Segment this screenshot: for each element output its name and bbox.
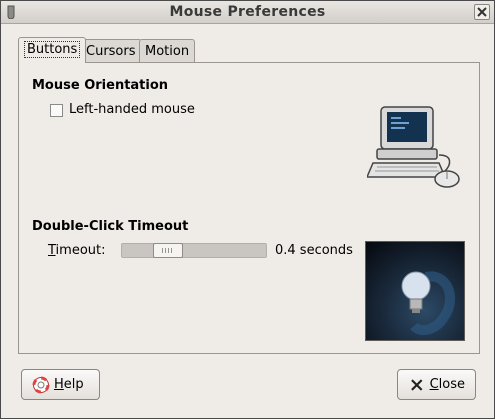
timeout-slider-thumb[interactable] [153,243,183,258]
timeout-mnemonic: T [48,243,56,258]
close-button-label: Close [430,377,465,392]
left-handed-label-text: Left-handed mouse [69,102,195,117]
tab-cursors[interactable]: Cursors [80,39,142,63]
timeout-label: Timeout: [48,243,106,258]
computer-mouse-icon [367,106,460,188]
tab-buttons-label: Buttons [24,41,81,58]
close-label-rest: lose [438,377,465,392]
help-mnemonic: H [54,377,64,392]
tab-buttons[interactable]: Buttons [18,37,87,63]
close-icon [477,7,487,17]
close-icon [411,378,423,391]
help-label-rest: elp [63,377,84,392]
mouse-orientation-heading: Mouse Orientation [32,78,169,93]
double-click-timeout-heading: Double-Click Timeout [32,219,189,234]
tab-motion[interactable]: Motion [139,39,196,63]
tab-motion-label: Motion [145,44,190,59]
lightbulb-icon [401,271,455,336]
timeout-label-rest: imeout: [55,243,106,258]
close-window-button[interactable] [474,4,490,20]
double-click-test-area[interactable] [365,241,465,341]
left-handed-checkbox[interactable] [50,104,63,117]
mouse-preferences-window: Mouse Preferences Buttons Cursors Motion… [0,0,495,419]
timeout-slider[interactable] [121,243,267,258]
window-title: Mouse Preferences [169,4,326,20]
help-button-label: Help [54,377,84,392]
title-bar[interactable]: Mouse Preferences [1,1,494,24]
tab-cursors-label: Cursors [86,44,136,59]
close-button[interactable]: Close [397,369,476,400]
help-button[interactable]: Help [21,369,100,400]
timeout-value: 0.4 seconds [275,243,353,258]
close-mnemonic: C [429,377,439,392]
left-handed-label[interactable]: Left-handed mouse [69,102,195,117]
help-lifebuoy-icon [32,376,50,393]
